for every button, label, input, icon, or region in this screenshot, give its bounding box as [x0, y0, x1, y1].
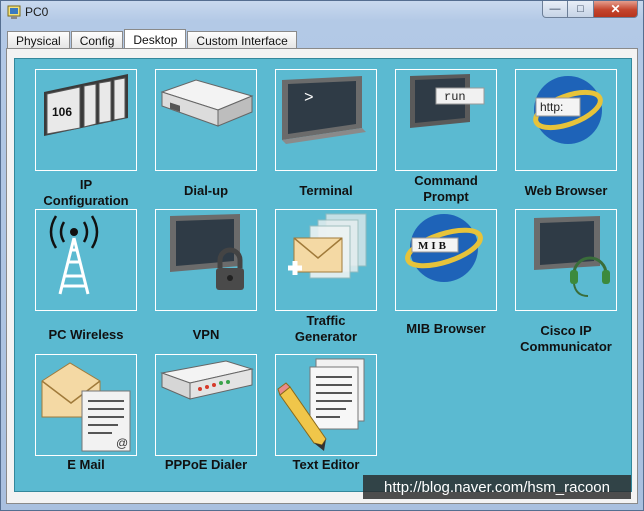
web-browser-icon: http:: [533, 76, 603, 144]
app-label: PC Wireless: [48, 327, 124, 342]
svg-text:MIB: MIB: [418, 240, 449, 252]
pc-wireless-tile[interactable]: [35, 209, 137, 311]
mib-browser-tile[interactable]: MIB: [395, 209, 497, 311]
cisco-ip-communicator-tile[interactable]: [515, 209, 617, 311]
maximize-icon: □: [577, 3, 584, 15]
command-prompt-icon: run: [410, 74, 485, 128]
app-label: VPN: [192, 327, 220, 342]
app-label: Dial-up: [183, 183, 229, 198]
vpn-tile[interactable]: [155, 209, 257, 311]
watermark: http://blog.naver.com/hsm_racoon: [363, 475, 631, 499]
app-label: E Mail: [67, 457, 105, 472]
packet-tracer-icon: [7, 5, 21, 19]
close-icon: ✕: [610, 2, 621, 16]
desktop-area: 106 IP Configuration Dial-up > Terminal …: [14, 58, 632, 492]
app-label: Web Browser: [524, 183, 608, 198]
email-icon: @: [41, 362, 131, 452]
ip-communicator-icon: [534, 216, 610, 297]
tab-bar: Physical Config Desktop Custom Interface: [7, 28, 298, 50]
app-label: Traffic Generator: [294, 313, 358, 344]
svg-text:http:: http:: [540, 100, 563, 114]
window-title: PC0: [25, 5, 49, 19]
app-label: IP Configuration: [43, 177, 129, 208]
tab-custom-interface[interactable]: Custom Interface: [187, 31, 297, 49]
web-browser-tile[interactable]: http:: [515, 69, 617, 171]
svg-text:106: 106: [52, 105, 72, 119]
app-label: Cisco IP Communicator: [520, 323, 612, 354]
svg-text:run: run: [444, 90, 466, 104]
text-editor-tile[interactable]: [275, 354, 377, 456]
app-label: Terminal: [299, 183, 353, 198]
text-editor-icon: [277, 358, 365, 451]
app-label: PPPoE Dialer: [164, 457, 248, 472]
modem-icon: [160, 79, 254, 127]
terminal-icon: >: [282, 76, 366, 144]
command-prompt-tile[interactable]: run: [395, 69, 497, 171]
dial-up-tile[interactable]: [155, 69, 257, 171]
close-button[interactable]: ✕: [594, 1, 638, 18]
minimize-icon: —: [549, 3, 561, 15]
svg-text:>: >: [304, 89, 314, 107]
ip-configuration-tile[interactable]: 106: [35, 69, 137, 171]
minimize-button[interactable]: —: [542, 1, 568, 18]
pppoe-dialer-tile[interactable]: [155, 354, 257, 456]
app-label: Command Prompt: [414, 173, 478, 204]
vpn-lock-icon: [170, 214, 244, 290]
svg-text:@: @: [116, 436, 128, 450]
tab-config[interactable]: Config: [70, 31, 124, 49]
tab-physical[interactable]: Physical: [7, 31, 70, 49]
terminal-tile[interactable]: >: [275, 69, 377, 171]
maximize-button[interactable]: □: [568, 1, 594, 18]
title-bar[interactable]: PC0 — □ ✕: [1, 1, 643, 23]
traffic-generator-tile[interactable]: [275, 209, 377, 311]
wireless-tower-icon: [49, 215, 99, 295]
ip-configuration-icon: 106: [44, 74, 128, 136]
app-label: MIB Browser: [406, 321, 486, 336]
email-tile[interactable]: @: [35, 354, 137, 456]
pppoe-dialer-icon: [160, 360, 254, 400]
mib-browser-icon: MIB: [405, 214, 483, 282]
tab-desktop[interactable]: Desktop: [124, 29, 187, 50]
traffic-generator-icon: [288, 213, 367, 279]
app-label: Text Editor: [292, 457, 360, 472]
